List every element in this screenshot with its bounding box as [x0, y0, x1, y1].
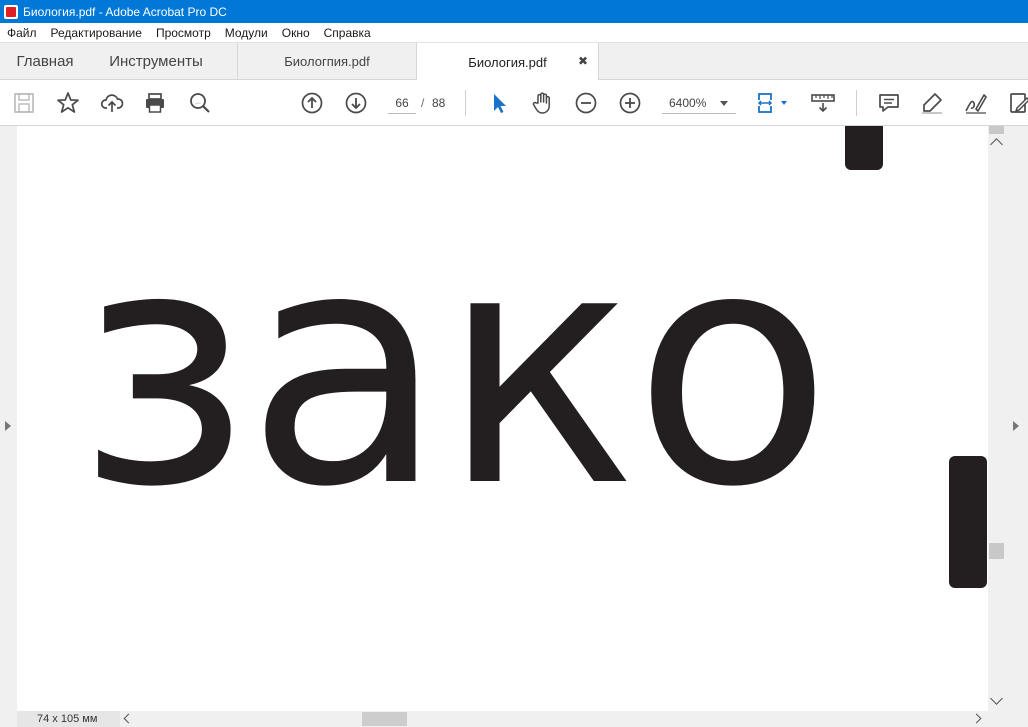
menu-file[interactable]: Файл [0, 23, 44, 43]
toolbar-divider [856, 90, 857, 116]
current-page-input[interactable]: 66 [388, 92, 416, 114]
vertical-scrollbar[interactable] [988, 126, 1005, 711]
page-down-icon [345, 92, 367, 114]
chevron-down-icon [720, 101, 728, 106]
comment-icon [879, 94, 899, 112]
scroll-down-icon[interactable] [990, 692, 1003, 705]
sign-icon [965, 94, 987, 114]
menu-help[interactable]: Справка [317, 23, 378, 43]
svg-text:...: ... [195, 99, 201, 106]
select-cursor-icon [494, 94, 506, 113]
total-pages: 88 [432, 96, 446, 110]
expand-right-icon [5, 421, 11, 431]
menu-edit[interactable]: Редактирование [44, 23, 149, 43]
pdf-page: зако [17, 126, 988, 711]
left-panel-toggle[interactable] [0, 126, 17, 711]
scroll-left-icon[interactable] [123, 713, 134, 724]
hand-tool-button[interactable] [529, 90, 555, 116]
expand-right-icon [1013, 421, 1019, 431]
tab-document-1-label: Биологпия.pdf [284, 54, 370, 69]
upload-button[interactable] [99, 90, 125, 116]
toolbar-divider [465, 90, 466, 116]
glyph-fragment [949, 456, 987, 588]
tab-bar: Главная Инструменты Биологпия.pdf Биолог… [0, 43, 1028, 81]
zoom-out-icon [575, 92, 597, 114]
scroll-right-icon[interactable] [971, 713, 982, 724]
edit-pdf-icon [1010, 93, 1028, 113]
highlight-pen-icon [922, 93, 942, 114]
menu-bar: Файл Редактирование Просмотр Модули Окно… [0, 23, 1028, 43]
menu-plugins[interactable]: Модули [218, 23, 275, 43]
zoom-in-button[interactable] [617, 90, 643, 116]
horizontal-scrollbar[interactable] [120, 711, 988, 727]
save-icon [14, 93, 34, 113]
title-bar: Биология.pdf - Adobe Acrobat Pro DC [0, 0, 1028, 23]
find-text-button[interactable]: ... [187, 90, 213, 116]
toolbar: ... 66 / 88 6400% [0, 80, 1028, 126]
right-panel-toggle[interactable] [1005, 126, 1028, 711]
document-area: зако [0, 126, 1028, 711]
select-tool-button[interactable] [486, 90, 512, 116]
vertical-scroll-thumb[interactable] [989, 543, 1004, 559]
ruler-icon [811, 94, 835, 113]
menu-view[interactable]: Просмотр [149, 23, 218, 43]
highlight-button[interactable] [919, 90, 945, 116]
measure-button[interactable] [810, 90, 836, 116]
tab-tools[interactable]: Инструменты [92, 43, 220, 80]
page-up-icon [301, 92, 323, 114]
scrollbar-track-segment [989, 126, 1004, 134]
save-button[interactable] [11, 90, 37, 116]
find-text-icon: ... [190, 93, 210, 113]
acrobat-logo-icon [4, 4, 18, 19]
print-icon [146, 93, 164, 113]
previous-page-button[interactable] [299, 90, 325, 116]
horizontal-scroll-thumb[interactable] [362, 712, 407, 726]
window-title: Биология.pdf - Adobe Acrobat Pro DC [23, 4, 227, 19]
page-fit-icon [757, 93, 787, 113]
hand-icon [532, 92, 550, 114]
edit-pdf-button[interactable] [1006, 90, 1028, 116]
zoom-value: 6400% [669, 96, 707, 110]
bookmark-star-icon [57, 92, 79, 113]
zoom-out-button[interactable] [573, 90, 599, 116]
status-bar: 74 x 105 мм [0, 711, 1028, 727]
tab-document-1[interactable]: Биологпия.pdf [237, 43, 417, 80]
next-page-button[interactable] [343, 90, 369, 116]
print-button[interactable] [142, 90, 168, 116]
zoom-select[interactable]: 6400% [662, 92, 736, 114]
close-tab-icon[interactable]: ✖ [578, 54, 588, 68]
zoom-in-icon [619, 92, 641, 114]
menu-window[interactable]: Окно [275, 23, 317, 43]
tab-home[interactable]: Главная [0, 43, 90, 80]
sign-button[interactable] [963, 90, 989, 116]
tab-document-active-label: Биология.pdf [468, 54, 547, 70]
cloud-upload-icon [100, 94, 124, 112]
tab-document-active[interactable]: Биология.pdf ✖ [417, 43, 599, 81]
page-text: зако [77, 179, 832, 558]
page-separator: / [421, 96, 425, 110]
scroll-up-icon[interactable] [990, 138, 1003, 151]
bookmark-button[interactable] [55, 90, 81, 116]
page-size-label: 74 x 105 мм [17, 711, 120, 727]
page-fit-button[interactable] [755, 90, 791, 116]
glyph-fragment [845, 126, 883, 170]
comment-button[interactable] [876, 90, 902, 116]
